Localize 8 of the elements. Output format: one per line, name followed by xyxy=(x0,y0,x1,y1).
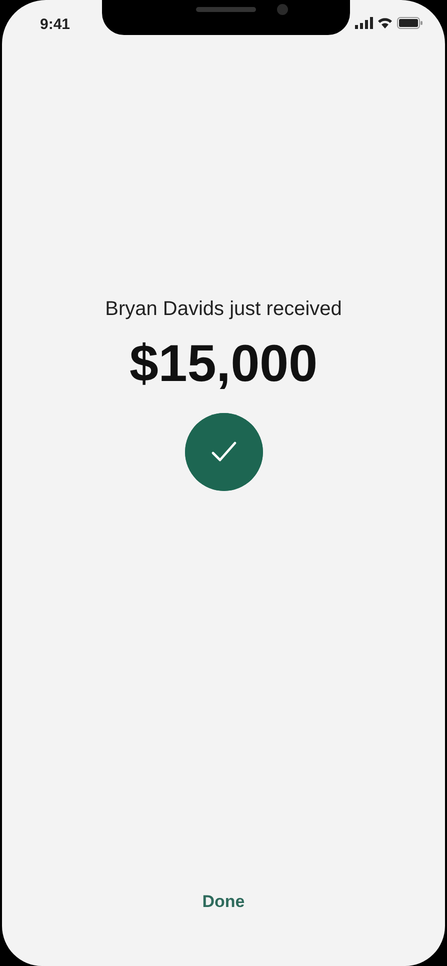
done-button[interactable]: Done xyxy=(190,884,257,918)
check-icon xyxy=(184,413,262,492)
wifi-icon xyxy=(377,17,393,29)
signal-icon xyxy=(355,17,373,29)
status-time: 9:41 xyxy=(40,15,70,35)
recipient-message: Bryan Davids just received xyxy=(105,297,342,322)
battery-icon xyxy=(397,17,423,29)
amount: $15,000 xyxy=(130,336,318,394)
